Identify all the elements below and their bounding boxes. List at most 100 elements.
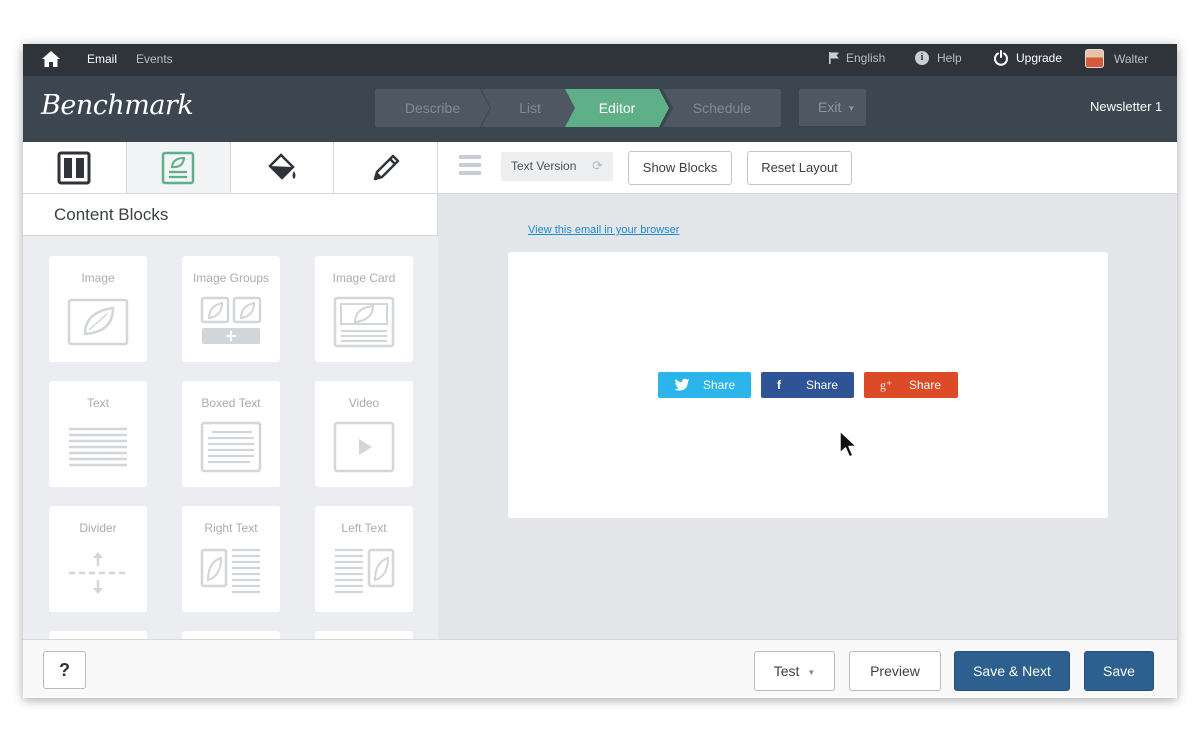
user-name: Walter xyxy=(1114,51,1149,66)
email-preview-card[interactable]: Share f Share g⁺ Share xyxy=(508,252,1108,518)
tab-layout[interactable] xyxy=(23,142,127,193)
test-label: Test xyxy=(773,663,800,679)
step-label: Schedule xyxy=(692,100,752,116)
help-label: Help xyxy=(937,51,962,65)
block-label: Text xyxy=(86,396,109,410)
image-card-icon xyxy=(333,296,395,348)
tab-styles[interactable] xyxy=(231,142,335,193)
help-link[interactable]: i Help xyxy=(915,51,962,65)
text-icon xyxy=(69,427,127,467)
block-label: Left Text xyxy=(341,521,387,535)
language-selector[interactable]: English xyxy=(828,51,885,65)
left-text-icon xyxy=(335,548,395,594)
block-image[interactable]: Image xyxy=(49,256,147,362)
paint-bucket-icon xyxy=(268,152,296,180)
chevron-down-icon: ▼ xyxy=(807,668,816,677)
mouse-cursor-icon xyxy=(839,430,858,458)
block-text[interactable]: Text xyxy=(49,381,147,487)
sync-icon: ⟳ xyxy=(592,158,603,173)
preview-button[interactable]: Preview xyxy=(849,651,941,691)
editor-canvas: Text Version ⟳ Show Blocks Reset Layout … xyxy=(438,142,1177,639)
top-nav-bar: Email Events English i Help Upgrade Walt… xyxy=(23,44,1177,76)
exit-dropdown[interactable]: Exit ▼ xyxy=(799,89,866,126)
home-icon[interactable] xyxy=(41,50,61,68)
block-left-text[interactable]: Left Text xyxy=(315,506,413,612)
sidebar-tabs xyxy=(23,142,438,194)
block-label: Image Groups xyxy=(192,271,270,285)
nav-email-link[interactable]: Email xyxy=(87,52,117,66)
editor-footer: ? Test ▼ Preview Save & Next Save xyxy=(23,639,1177,698)
block-label: Divider xyxy=(79,521,117,535)
block-label: Right Text xyxy=(204,521,258,535)
app-header: Benchmark Describe List Editor Schedule … xyxy=(23,76,1177,142)
layout-icon xyxy=(57,151,91,184)
block-more[interactable] xyxy=(49,631,147,639)
divider-icon xyxy=(69,552,127,594)
menu-icon[interactable] xyxy=(459,155,481,175)
editor-toolbar: Text Version ⟳ Show Blocks Reset Layout xyxy=(438,142,1177,194)
save-button[interactable]: Save xyxy=(1084,651,1154,691)
block-image-card[interactable]: Image Card xyxy=(315,256,413,362)
step-label: List xyxy=(519,100,541,116)
save-and-next-button[interactable]: Save & Next xyxy=(954,651,1070,691)
content-sidebar: Content Blocks Image Image Groups Image … xyxy=(23,142,438,639)
language-label: English xyxy=(846,51,886,65)
step-label: Describe xyxy=(404,100,461,116)
step-editor[interactable]: Editor xyxy=(565,89,669,127)
boxed-text-icon xyxy=(200,421,262,473)
step-describe[interactable]: Describe xyxy=(375,89,490,127)
email-editor-window: Email Events English i Help Upgrade Walt… xyxy=(23,44,1177,698)
test-dropdown[interactable]: Test ▼ xyxy=(754,651,835,691)
help-button[interactable]: ? xyxy=(43,651,86,689)
benchmark-logo[interactable]: Benchmark xyxy=(41,90,194,121)
block-label: Boxed Text xyxy=(201,396,261,410)
chevron-down-icon: ▼ xyxy=(847,104,856,113)
image-icon xyxy=(67,298,129,346)
block-label: Image Card xyxy=(332,271,396,285)
step-schedule[interactable]: Schedule xyxy=(663,89,781,127)
flag-icon xyxy=(829,52,839,64)
twitter-icon xyxy=(674,378,690,391)
content-blocks-title: Content Blocks xyxy=(23,194,438,236)
tab-content-blocks[interactable] xyxy=(126,142,231,193)
pencil-icon xyxy=(373,154,400,180)
show-blocks-button[interactable]: Show Blocks xyxy=(628,151,732,185)
share-label: Share xyxy=(909,378,942,392)
upgrade-link[interactable]: Upgrade xyxy=(993,50,1062,66)
facebook-share-button[interactable]: f Share xyxy=(761,372,854,398)
block-divider[interactable]: Divider xyxy=(49,506,147,612)
block-boxed-text[interactable]: Boxed Text xyxy=(182,381,280,487)
step-label: Editor xyxy=(598,100,636,116)
right-text-icon xyxy=(200,548,260,594)
nav-events-link[interactable]: Events xyxy=(136,52,173,66)
power-icon xyxy=(994,50,1008,66)
block-video[interactable]: Video xyxy=(315,381,413,487)
facebook-icon: f xyxy=(777,378,781,392)
view-in-browser-link[interactable]: View this email in your browser xyxy=(528,224,679,236)
text-version-label: Text Version xyxy=(511,159,577,173)
newsletter-name: Newsletter 1 xyxy=(1090,99,1163,114)
block-label: Video xyxy=(348,396,380,410)
content-blocks-grid: Image Image Groups Image Card Text Boxed… xyxy=(23,236,438,639)
google-plus-share-button[interactable]: g⁺ Share xyxy=(864,372,958,398)
block-right-text[interactable]: Right Text xyxy=(182,506,280,612)
block-label: Image xyxy=(81,271,115,285)
reset-layout-button[interactable]: Reset Layout xyxy=(747,151,852,185)
google-plus-icon: g⁺ xyxy=(880,378,893,392)
exit-label: Exit xyxy=(818,99,842,115)
upgrade-label: Upgrade xyxy=(1016,51,1063,65)
avatar xyxy=(1085,49,1104,68)
user-menu[interactable]: Walter xyxy=(1085,49,1148,68)
video-icon xyxy=(333,421,395,473)
twitter-share-button[interactable]: Share xyxy=(658,372,751,398)
content-icon xyxy=(161,151,195,184)
share-label: Share xyxy=(703,378,736,392)
block-more[interactable] xyxy=(315,631,413,639)
block-image-groups[interactable]: Image Groups xyxy=(182,256,280,362)
block-more[interactable] xyxy=(182,631,280,639)
image-groups-icon xyxy=(200,296,262,344)
share-label: Share xyxy=(806,378,839,392)
info-icon: i xyxy=(915,51,929,65)
text-version-button[interactable]: Text Version ⟳ xyxy=(501,152,613,181)
tab-edit[interactable] xyxy=(334,142,438,193)
